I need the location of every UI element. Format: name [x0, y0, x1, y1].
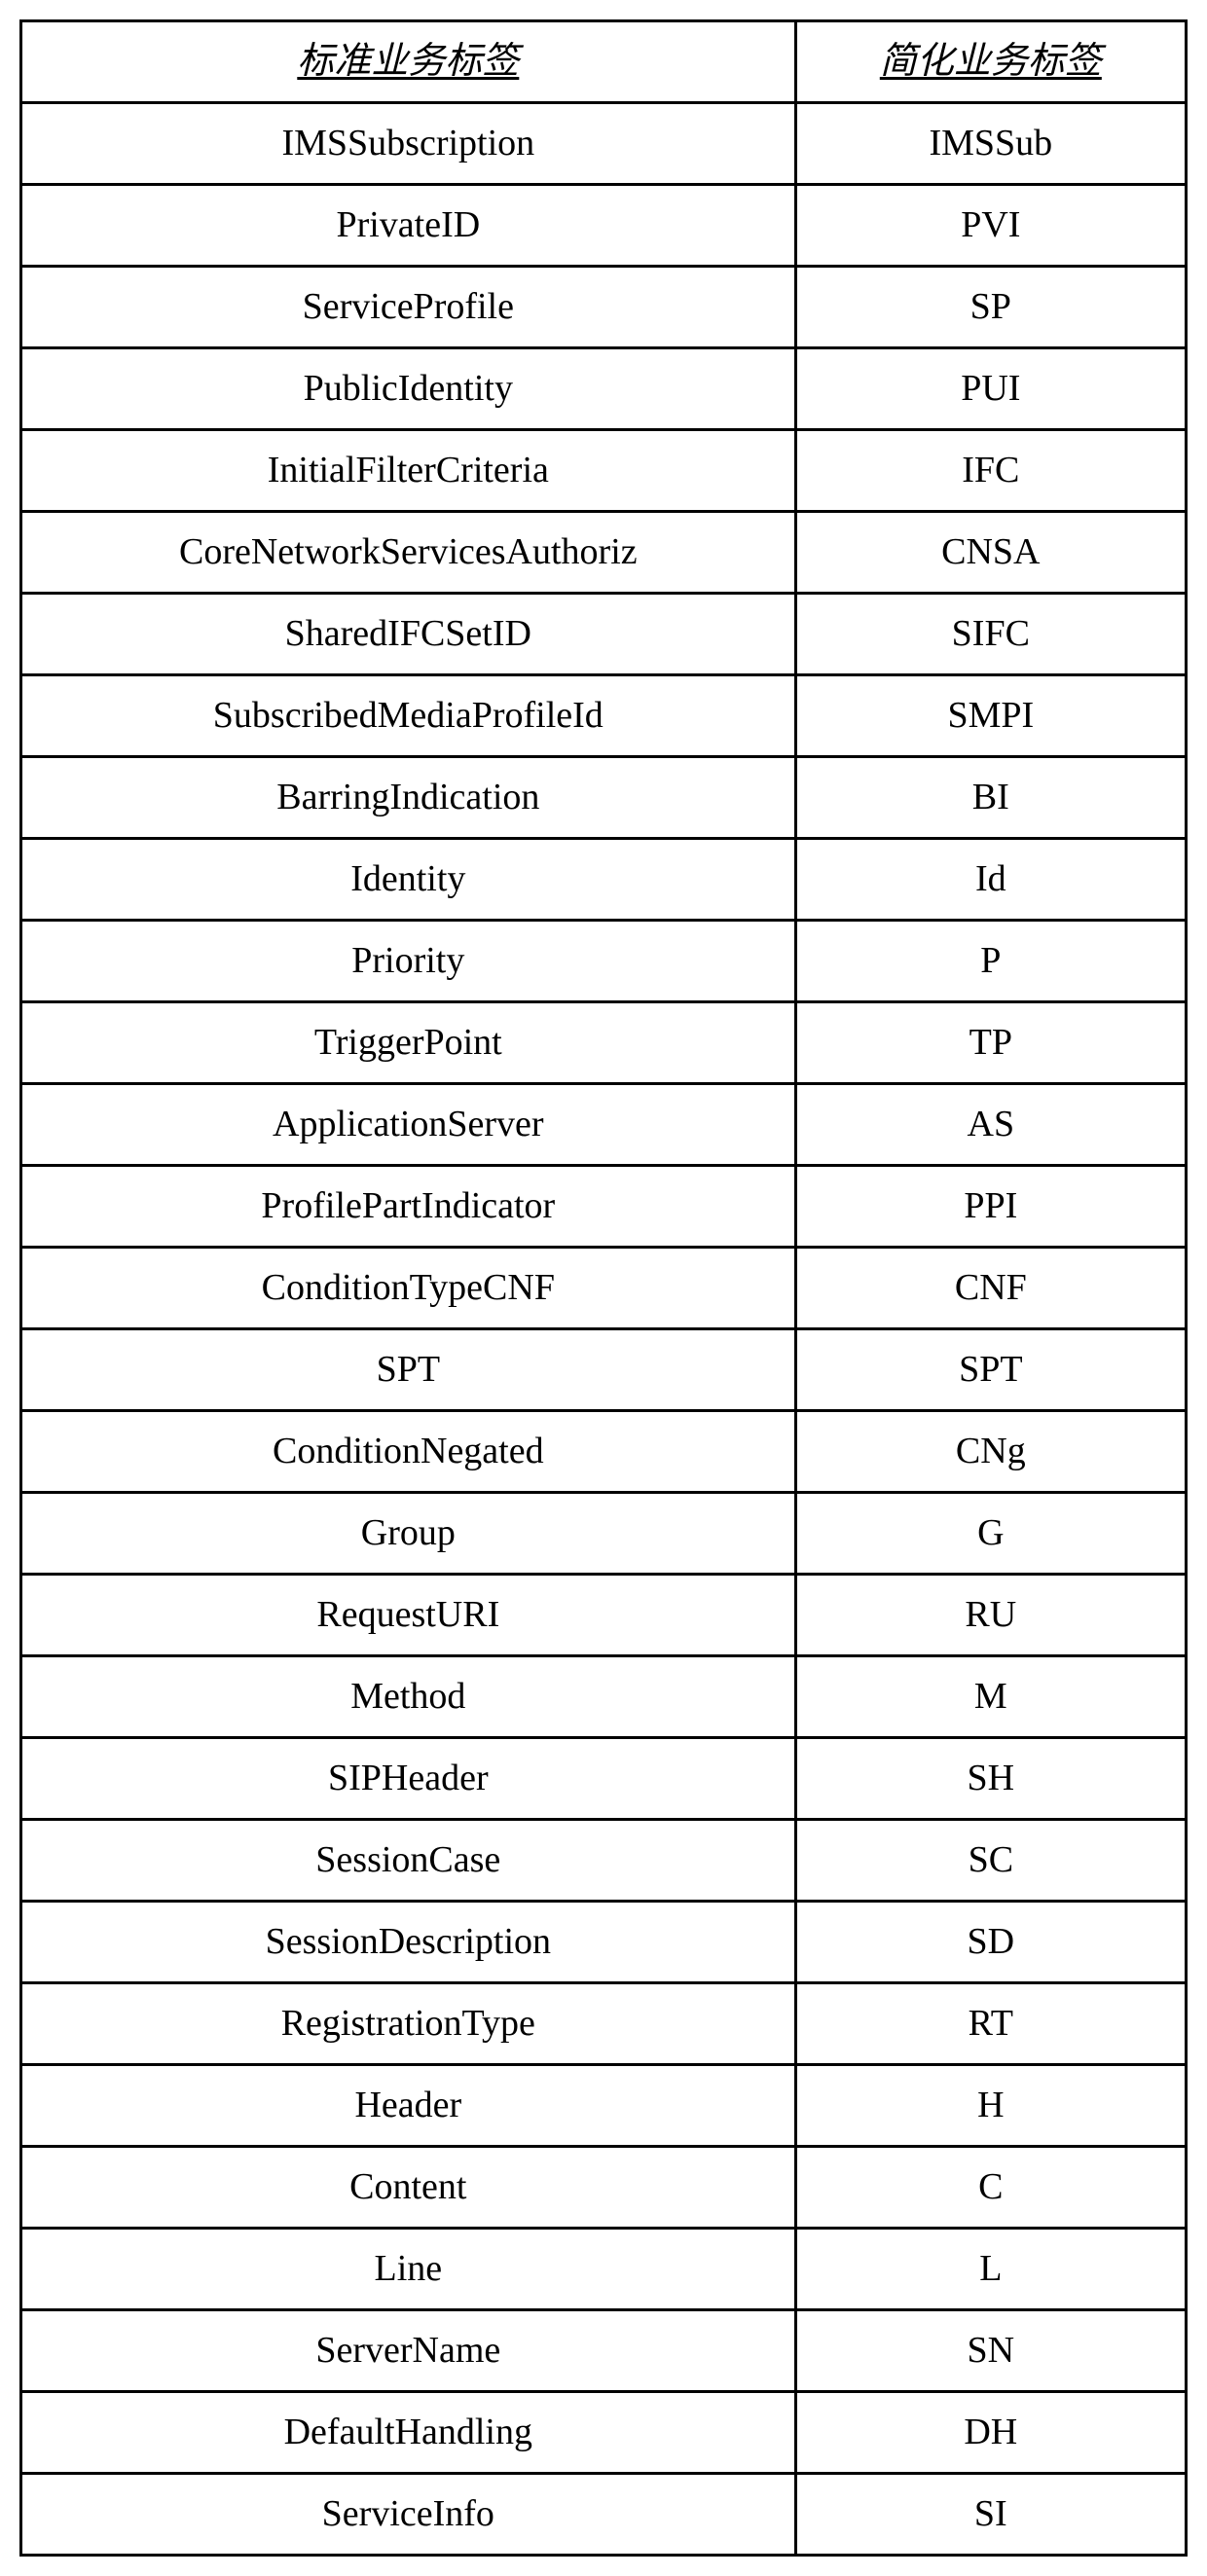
table-row: SPTSPT	[21, 1329, 1187, 1411]
cell-simplified: SMPI	[795, 675, 1186, 757]
cell-simplified: IMSSub	[795, 103, 1186, 185]
table-row: HeaderH	[21, 2065, 1187, 2147]
table-row: SessionCaseSC	[21, 1820, 1187, 1902]
table-container: 标准业务标签 简化业务标签 IMSSubscriptionIMSSub Priv…	[19, 19, 1188, 2557]
cell-standard: PrivateID	[21, 185, 796, 267]
cell-simplified: DH	[795, 2392, 1186, 2474]
table-row: InitialFilterCriteriaIFC	[21, 430, 1187, 512]
cell-standard: SubscribedMediaProfileId	[21, 675, 796, 757]
table-row: SharedIFCSetIDSIFC	[21, 594, 1187, 675]
cell-simplified: L	[795, 2229, 1186, 2310]
table-row: ConditionTypeCNFCNF	[21, 1248, 1187, 1329]
table-row: ConditionNegatedCNg	[21, 1411, 1187, 1493]
cell-simplified: SH	[795, 1738, 1186, 1820]
table-row: PrivateIDPVI	[21, 185, 1187, 267]
table-row: SIPHeaderSH	[21, 1738, 1187, 1820]
cell-standard: DefaultHandling	[21, 2392, 796, 2474]
cell-simplified: H	[795, 2065, 1186, 2147]
table-row: GroupG	[21, 1493, 1187, 1575]
cell-standard: SharedIFCSetID	[21, 594, 796, 675]
cell-standard: Group	[21, 1493, 796, 1575]
cell-standard: Identity	[21, 839, 796, 921]
table-row: TriggerPointTP	[21, 1002, 1187, 1084]
table-row: CoreNetworkServicesAuthorizCNSA	[21, 512, 1187, 594]
cell-simplified: PVI	[795, 185, 1186, 267]
cell-simplified: RU	[795, 1575, 1186, 1656]
table-row: RegistrationTypeRT	[21, 1983, 1187, 2065]
cell-simplified: TP	[795, 1002, 1186, 1084]
cell-standard: SIPHeader	[21, 1738, 796, 1820]
cell-standard: CoreNetworkServicesAuthoriz	[21, 512, 796, 594]
cell-standard: Method	[21, 1656, 796, 1738]
cell-standard: ConditionNegated	[21, 1411, 796, 1493]
cell-standard: ServerName	[21, 2310, 796, 2392]
table-row: PriorityP	[21, 921, 1187, 1002]
table-body: IMSSubscriptionIMSSub PrivateIDPVI Servi…	[21, 103, 1187, 2556]
cell-standard: RequestURI	[21, 1575, 796, 1656]
cell-standard: TriggerPoint	[21, 1002, 796, 1084]
cell-standard: Line	[21, 2229, 796, 2310]
cell-standard: InitialFilterCriteria	[21, 430, 796, 512]
cell-simplified: AS	[795, 1084, 1186, 1166]
cell-simplified: M	[795, 1656, 1186, 1738]
cell-simplified: SD	[795, 1902, 1186, 1983]
table-row: LineL	[21, 2229, 1187, 2310]
cell-standard: IMSSubscription	[21, 103, 796, 185]
table-row: DefaultHandlingDH	[21, 2392, 1187, 2474]
table-row: SessionDescriptionSD	[21, 1902, 1187, 1983]
cell-simplified: P	[795, 921, 1186, 1002]
cell-simplified: SN	[795, 2310, 1186, 2392]
cell-simplified: RT	[795, 1983, 1186, 2065]
cell-simplified: CNF	[795, 1248, 1186, 1329]
table-row: BarringIndicationBI	[21, 757, 1187, 839]
cell-standard: PublicIdentity	[21, 348, 796, 430]
cell-standard: ServiceProfile	[21, 267, 796, 348]
cell-standard: ProfilePartIndicator	[21, 1166, 796, 1248]
table-row: ServiceInfoSI	[21, 2474, 1187, 2556]
cell-standard: RegistrationType	[21, 1983, 796, 2065]
cell-simplified: SPT	[795, 1329, 1186, 1411]
cell-simplified: C	[795, 2147, 1186, 2229]
label-mapping-table: 标准业务标签 简化业务标签 IMSSubscriptionIMSSub Priv…	[19, 19, 1188, 2557]
cell-simplified: CNg	[795, 1411, 1186, 1493]
cell-simplified: Id	[795, 839, 1186, 921]
cell-simplified: G	[795, 1493, 1186, 1575]
cell-simplified: SIFC	[795, 594, 1186, 675]
cell-standard: ConditionTypeCNF	[21, 1248, 796, 1329]
cell-standard: Content	[21, 2147, 796, 2229]
table-row: IdentityId	[21, 839, 1187, 921]
table-row: IMSSubscriptionIMSSub	[21, 103, 1187, 185]
table-row: ServerNameSN	[21, 2310, 1187, 2392]
cell-simplified: BI	[795, 757, 1186, 839]
cell-simplified: SC	[795, 1820, 1186, 1902]
cell-simplified: SI	[795, 2474, 1186, 2556]
table-row: ApplicationServerAS	[21, 1084, 1187, 1166]
header-simplified-label: 简化业务标签	[795, 21, 1186, 103]
cell-simplified: PUI	[795, 348, 1186, 430]
table-row: PublicIdentityPUI	[21, 348, 1187, 430]
table-row: SubscribedMediaProfileIdSMPI	[21, 675, 1187, 757]
cell-standard: BarringIndication	[21, 757, 796, 839]
table-row: RequestURIRU	[21, 1575, 1187, 1656]
table-header-row: 标准业务标签 简化业务标签	[21, 21, 1187, 103]
cell-simplified: SP	[795, 267, 1186, 348]
cell-standard: Header	[21, 2065, 796, 2147]
cell-standard: ApplicationServer	[21, 1084, 796, 1166]
cell-simplified: IFC	[795, 430, 1186, 512]
table-row: MethodM	[21, 1656, 1187, 1738]
table-row: ContentC	[21, 2147, 1187, 2229]
cell-standard: SPT	[21, 1329, 796, 1411]
header-standard-label: 标准业务标签	[21, 21, 796, 103]
cell-standard: ServiceInfo	[21, 2474, 796, 2556]
cell-standard: Priority	[21, 921, 796, 1002]
table-row: ProfilePartIndicatorPPI	[21, 1166, 1187, 1248]
cell-simplified: CNSA	[795, 512, 1186, 594]
table-row: ServiceProfileSP	[21, 267, 1187, 348]
cell-standard: SessionDescription	[21, 1902, 796, 1983]
cell-simplified: PPI	[795, 1166, 1186, 1248]
cell-standard: SessionCase	[21, 1820, 796, 1902]
